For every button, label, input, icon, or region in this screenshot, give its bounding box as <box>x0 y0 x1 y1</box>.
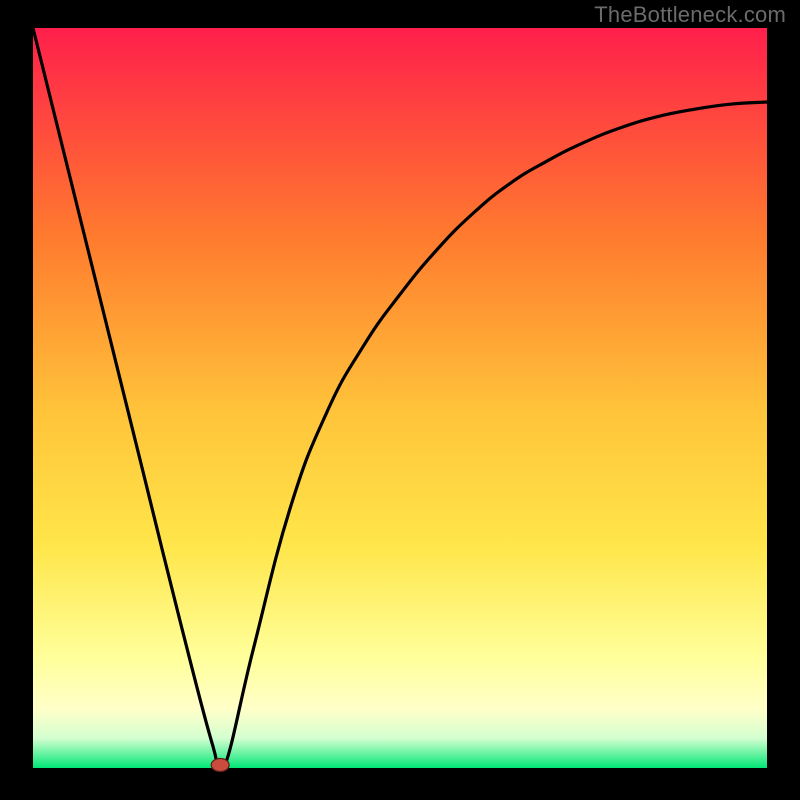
watermark-text: TheBottleneck.com <box>594 2 786 28</box>
optimum-marker <box>211 759 229 772</box>
gradient-panel <box>33 28 767 768</box>
bottleneck-chart <box>0 0 800 800</box>
